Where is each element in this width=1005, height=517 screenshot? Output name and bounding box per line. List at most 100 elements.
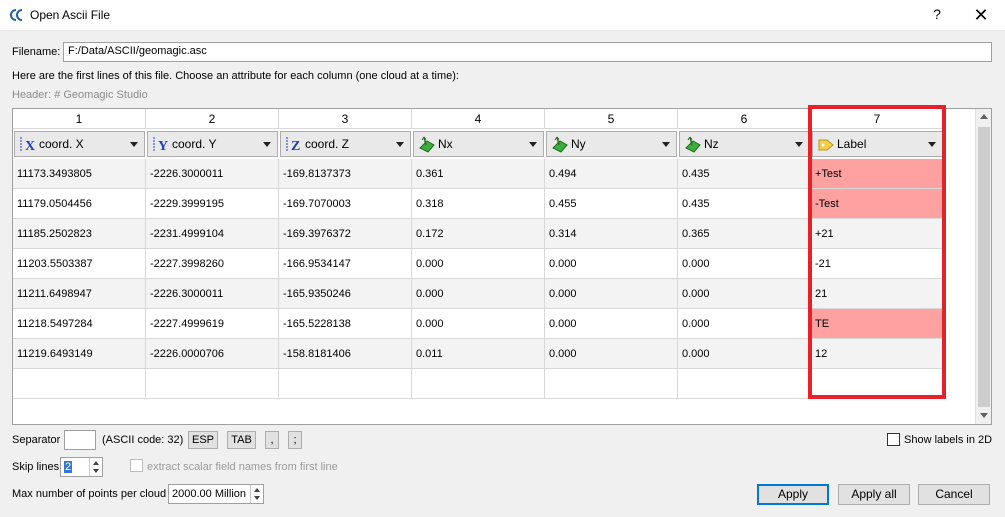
chevron-down-icon[interactable]: [662, 142, 670, 147]
column-number-header: 4: [412, 109, 545, 129]
spin-down-icon[interactable]: [93, 469, 99, 473]
normal-icon: [418, 136, 436, 153]
table-cell: 0.000: [678, 309, 811, 339]
table-cell: 11173.3493805: [13, 159, 146, 189]
table-cell: 0.435: [678, 189, 811, 219]
column-attribute-label: Label: [837, 137, 867, 151]
apply-all-button[interactable]: Apply all: [838, 484, 910, 505]
table-cell: 0.000: [412, 309, 545, 339]
close-button[interactable]: ✕: [972, 4, 990, 26]
spin-down-icon[interactable]: [254, 496, 260, 500]
chevron-down-icon[interactable]: [396, 142, 404, 147]
table-cell: 0.318: [412, 189, 545, 219]
chevron-down-icon[interactable]: [130, 142, 138, 147]
chevron-down-icon[interactable]: [928, 142, 936, 147]
chevron-down-icon[interactable]: [263, 142, 271, 147]
table-cell: 11218.5497284: [13, 309, 146, 339]
label-icon: [817, 136, 835, 153]
table-cell: -169.3976372: [279, 219, 412, 249]
column-attribute-label: Nz: [704, 137, 719, 151]
table-cell: -Test: [811, 189, 944, 219]
svg-text:Y: Y: [158, 139, 168, 153]
column-attribute-label: coord. Y: [172, 137, 217, 151]
vertical-scrollbar[interactable]: [975, 109, 991, 424]
table-cell: -2231.4999104: [146, 219, 279, 249]
column-attribute-label: Ny: [571, 137, 586, 151]
table-cell: 0.000: [545, 249, 678, 279]
table-cell: 0.172: [412, 219, 545, 249]
table-cell: -169.8137373: [279, 159, 412, 189]
table-cell: 0.455: [545, 189, 678, 219]
table-cell: -2227.3998260: [146, 249, 279, 279]
scroll-down-icon[interactable]: [980, 413, 988, 418]
apply-button[interactable]: Apply: [757, 484, 829, 505]
show-labels-2d-checkbox[interactable]: [887, 433, 900, 446]
table-cell: -2227.4999619: [146, 309, 279, 339]
comma-separator-button[interactable]: ,: [265, 431, 279, 449]
svg-text:Z: Z: [291, 139, 300, 153]
chevron-down-icon[interactable]: [795, 142, 803, 147]
table-cell: 0.000: [545, 279, 678, 309]
table-cell: [146, 369, 279, 399]
x-axis-icon: X: [19, 136, 37, 154]
skip-lines-spinbox[interactable]: 2: [60, 457, 103, 477]
table-cell: 0.314: [545, 219, 678, 249]
separator-input[interactable]: [64, 430, 96, 450]
spin-up-icon[interactable]: [254, 488, 260, 492]
tab-separator-button[interactable]: TAB: [227, 431, 256, 449]
max-points-value: 2000.00 Million: [172, 488, 246, 500]
column-attribute-select[interactable]: Nz: [679, 131, 810, 157]
table-cell: 0.365: [678, 219, 811, 249]
table-cell: 0.494: [545, 159, 678, 189]
cancel-button[interactable]: Cancel: [918, 484, 990, 505]
help-button[interactable]: ?: [930, 6, 944, 24]
scroll-up-icon[interactable]: [980, 114, 988, 119]
table-cell: 0.000: [412, 279, 545, 309]
normal-icon: [551, 136, 569, 153]
column-attribute-select[interactable]: Zcoord. Z: [280, 131, 411, 157]
table-cell: TE: [811, 309, 944, 339]
scrollbar-thumb[interactable]: [978, 127, 990, 407]
filename-field[interactable]: F:/Data/ASCII/geomagic.asc: [63, 42, 992, 62]
instructions-text: Here are the first lines of this file. C…: [12, 70, 459, 82]
skip-lines-label: Skip lines: [12, 461, 60, 473]
table-cell: 11211.6498947: [13, 279, 146, 309]
table-cell: -2229.3999195: [146, 189, 279, 219]
table-cell: 11179.0504456: [13, 189, 146, 219]
column-attribute-select[interactable]: Ycoord. Y: [147, 131, 278, 157]
semicolon-separator-button[interactable]: ;: [288, 431, 302, 449]
chevron-down-icon[interactable]: [529, 142, 537, 147]
y-axis-icon: Y: [152, 136, 170, 154]
cloudcompare-logo-icon: [9, 7, 25, 23]
table-cell: 11203.5503387: [13, 249, 146, 279]
window-title: Open Ascii File: [30, 8, 111, 22]
column-number-header: 3: [279, 109, 412, 129]
column-attribute-select[interactable]: Nx: [413, 131, 544, 157]
table-cell: 0.011: [412, 339, 545, 369]
title-bar: Open Ascii File ? ✕: [0, 0, 1005, 31]
table-cell: 21: [811, 279, 944, 309]
max-points-spinbox[interactable]: 2000.00 Million: [168, 484, 264, 504]
column-number-header: 7: [811, 109, 944, 129]
filename-label: Filename:: [12, 46, 61, 58]
space-separator-button[interactable]: ESP: [188, 431, 218, 449]
max-points-label: Max number of points per cloud: [12, 488, 167, 500]
table-cell: [678, 369, 811, 399]
table-cell: 0.361: [412, 159, 545, 189]
table-cell: 0.000: [412, 249, 545, 279]
column-attribute-select[interactable]: Ny: [546, 131, 677, 157]
table-cell: -165.9350246: [279, 279, 412, 309]
table-cell: 0.435: [678, 159, 811, 189]
table-cell: -21: [811, 249, 944, 279]
table-cell: -158.8181406: [279, 339, 412, 369]
column-attribute-select[interactable]: Label: [812, 131, 943, 157]
table-cell: [811, 369, 944, 399]
spin-up-icon[interactable]: [93, 461, 99, 465]
column-attribute-label: Nx: [438, 137, 453, 151]
table-cell: 11219.6493149: [13, 339, 146, 369]
table-cell: [412, 369, 545, 399]
table-cell: 11185.2502823: [13, 219, 146, 249]
table-cell: 0.000: [678, 249, 811, 279]
column-attribute-select[interactable]: Xcoord. X: [14, 131, 145, 157]
extract-names-label: extract scalar field names from first li…: [147, 461, 338, 473]
